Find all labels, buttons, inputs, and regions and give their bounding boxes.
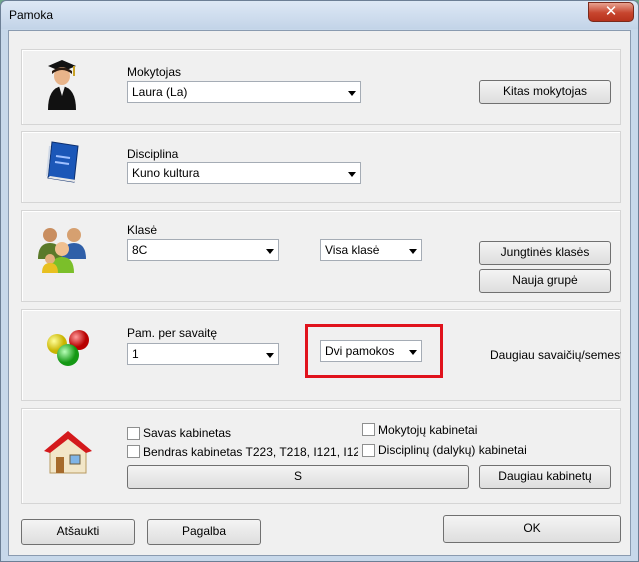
teacher-section: Mokytojas Laura (La) Kitas mokytojas <box>21 49 621 125</box>
rooms-section: Savas kabinetas Mokytojų kabinetai Bendr… <box>21 408 621 504</box>
help-button[interactable]: Pagalba <box>147 519 261 545</box>
lessons-per-week-select[interactable]: 1 <box>127 343 279 365</box>
selected-room-button[interactable]: S <box>127 465 469 489</box>
close-button[interactable]: ✕ <box>588 2 634 22</box>
chevron-down-icon <box>348 172 356 177</box>
discipline-section: Disciplina Kuno kultura <box>21 131 621 203</box>
dialog-window: Pamoka ✕ Mokytojas Laura (La) Kitas moky… <box>0 0 639 562</box>
discipline-label: Disciplina <box>127 147 179 161</box>
colored-balls-icon <box>47 330 89 366</box>
class-section: Klasė 8C Visa klasė Jungtinės klasės Nau… <box>21 210 621 302</box>
teacher-select[interactable]: Laura (La) <box>127 81 361 103</box>
chevron-down-icon <box>348 91 356 96</box>
own-room-label: Savas kabinetas <box>143 426 232 440</box>
house-icon <box>44 431 92 474</box>
ok-button[interactable]: OK <box>443 515 621 543</box>
students-group-icon <box>38 228 86 273</box>
graduate-teacher-icon <box>48 60 76 110</box>
discipline-select-value: Kuno kultura <box>132 166 200 180</box>
new-group-button[interactable]: Nauja grupė <box>479 269 611 293</box>
chevron-down-icon <box>266 249 274 254</box>
teacher-select-value: Laura (La) <box>132 85 188 99</box>
dialog-client-area: Mokytojas Laura (La) Kitas mokytojas Dis… <box>8 30 631 556</box>
shared-room-checkbox[interactable] <box>127 445 140 458</box>
discipline-rooms-checkbox[interactable] <box>362 444 375 457</box>
class-part-select-value: Visa klasė <box>325 243 380 257</box>
blue-book-icon <box>46 141 79 183</box>
other-teacher-button[interactable]: Kitas mokytojas <box>479 80 611 104</box>
class-label: Klasė <box>127 223 158 237</box>
shared-room-label: Bendras kabinetas T223, T218, I121, I122… <box>143 445 358 459</box>
more-rooms-button[interactable]: Daugiau kabinetų <box>479 465 611 489</box>
highlight-rectangle <box>305 324 443 378</box>
lessons-per-week-value: 1 <box>132 347 139 361</box>
discipline-rooms-label: Disciplinų (dalykų) kabinetai <box>378 443 527 457</box>
more-weeks-label[interactable]: Daugiau savaičių/semestr <box>490 348 621 362</box>
teacher-rooms-checkbox[interactable] <box>362 423 375 436</box>
lessons-per-week-label: Pam. per savaitę <box>127 326 218 340</box>
chevron-down-icon <box>266 353 274 358</box>
discipline-select[interactable]: Kuno kultura <box>127 162 361 184</box>
teacher-label: Mokytojas <box>127 65 182 79</box>
chevron-down-icon <box>409 249 417 254</box>
class-select-value: 8C <box>132 243 148 257</box>
joint-classes-button[interactable]: Jungtinės klasės <box>479 241 611 265</box>
class-part-select[interactable]: Visa klasė <box>320 239 422 261</box>
close-icon: ✕ <box>604 3 618 20</box>
own-room-checkbox[interactable] <box>127 427 140 440</box>
teacher-rooms-label: Mokytojų kabinetai <box>378 423 478 437</box>
window-title: Pamoka <box>9 8 54 22</box>
title-bar[interactable]: Pamoka ✕ <box>1 1 638 29</box>
class-select[interactable]: 8C <box>127 239 279 261</box>
cancel-button[interactable]: Atšaukti <box>21 519 135 545</box>
